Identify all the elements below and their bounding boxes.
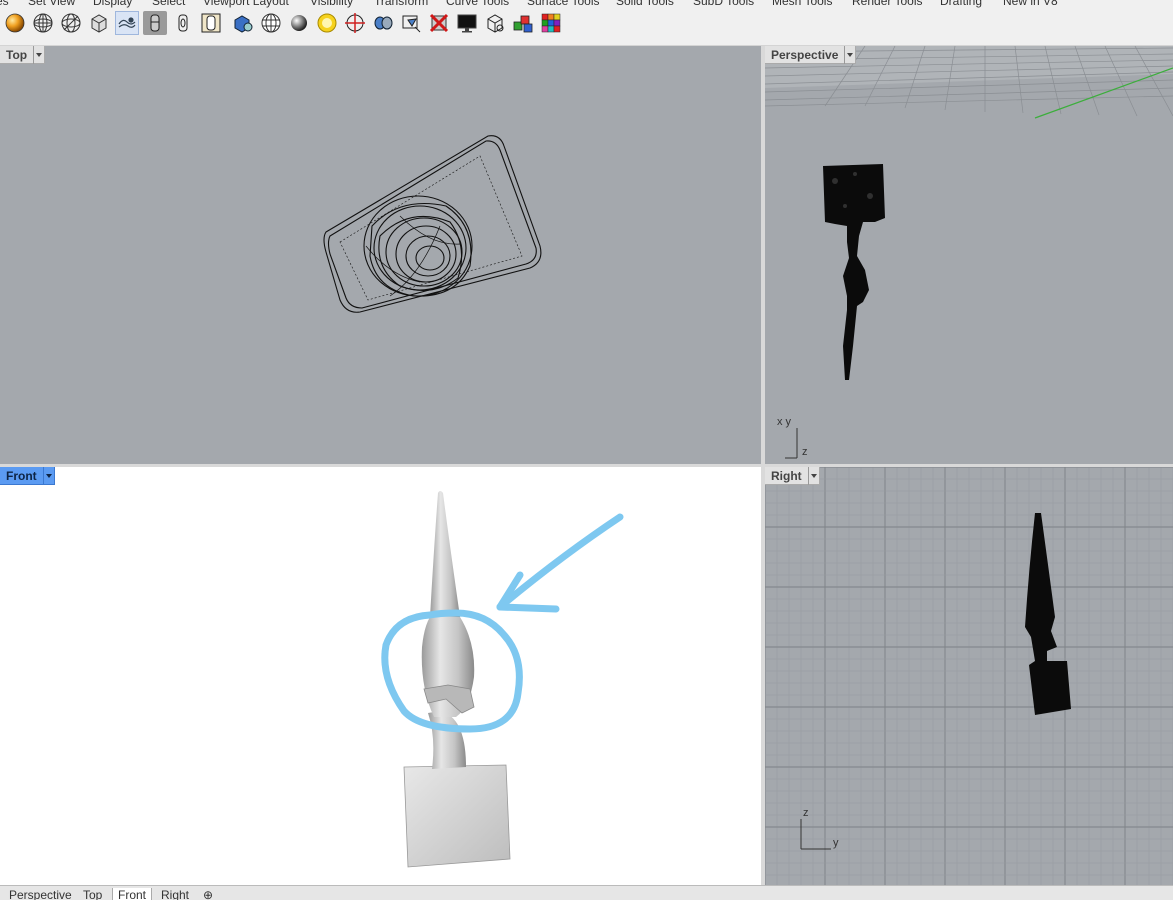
- viewport-right[interactable]: Right z y: [765, 467, 1173, 885]
- tab-mesh-tools[interactable]: Mesh Tools: [772, 0, 832, 8]
- tab-set-view[interactable]: Set View: [28, 0, 75, 8]
- colored-cubes-icon[interactable]: [511, 11, 535, 35]
- tab-visibility[interactable]: Visibility: [310, 0, 353, 8]
- tab-front[interactable]: Front: [112, 888, 153, 900]
- viewport-top[interactable]: Top: [0, 46, 761, 464]
- technical-object-icon[interactable]: [199, 11, 223, 35]
- shaded-blue-box-icon[interactable]: [231, 11, 255, 35]
- display-toolbar: [0, 8, 1173, 46]
- lens-icon[interactable]: [371, 11, 395, 35]
- ghosted-object-icon[interactable]: [143, 11, 167, 35]
- monitor-icon[interactable]: [455, 11, 479, 35]
- tab-subd-tools[interactable]: SubD Tools: [693, 0, 754, 8]
- target-crosshair-icon[interactable]: [343, 11, 367, 35]
- shaded-box-icon[interactable]: [87, 11, 111, 35]
- wireframe-sphere-icon[interactable]: [31, 11, 55, 35]
- viewport-splitter-horizontal[interactable]: [0, 464, 1173, 467]
- perspective-grid: [765, 46, 1173, 380]
- grid-sphere-icon[interactable]: [259, 11, 283, 35]
- tab-display[interactable]: Display: [93, 0, 132, 8]
- chevron-down-icon[interactable]: [42, 467, 54, 485]
- wireframe-sphere-x-icon[interactable]: [59, 11, 83, 35]
- chevron-down-icon[interactable]: [807, 467, 819, 485]
- viewport-perspective-label[interactable]: Perspective: [765, 46, 857, 64]
- tab-solid-tools[interactable]: Solid Tools: [616, 0, 674, 8]
- xray-object-icon[interactable]: [171, 11, 195, 35]
- chevron-down-icon[interactable]: [844, 46, 855, 64]
- rhino-window: es Set View Display Select Viewport Layo…: [0, 0, 1173, 900]
- tab-viewport-layout[interactable]: Viewport Layout: [203, 0, 289, 8]
- perspective-axis-z: z: [802, 446, 808, 458]
- ribbon-tabs: es Set View Display Select Viewport Layo…: [0, 0, 1173, 8]
- box-outline-icon[interactable]: [483, 11, 507, 35]
- viewport-front-label[interactable]: Front: [0, 467, 55, 485]
- rendered-sphere-icon[interactable]: [3, 11, 27, 35]
- shaded-sphere-icon[interactable]: [287, 11, 311, 35]
- tab-render-tools[interactable]: Render Tools: [852, 0, 923, 8]
- tab-select[interactable]: Select: [152, 0, 185, 8]
- tab-views[interactable]: es: [0, 0, 9, 8]
- delete-red-x-icon[interactable]: [427, 11, 451, 35]
- viewport-perspective[interactable]: Perspective x y z: [765, 46, 1173, 464]
- viewport-tabs: Perspective Top Front Right ⊕: [0, 885, 1173, 900]
- top-view-wireframe: [323, 135, 542, 313]
- right-axis-y: y: [833, 837, 839, 849]
- tab-top[interactable]: Top: [78, 888, 107, 900]
- tab-transform[interactable]: Transform: [374, 0, 428, 8]
- color-palette-grid-icon[interactable]: [539, 11, 563, 35]
- annotation-highlight: [381, 513, 624, 733]
- yellow-light-icon[interactable]: [315, 11, 339, 35]
- perspective-axis-widget: [785, 428, 798, 459]
- capture-view-icon[interactable]: [115, 11, 139, 35]
- viewport-right-label[interactable]: Right: [765, 467, 820, 485]
- tab-right[interactable]: Right: [156, 888, 194, 900]
- add-tab-icon[interactable]: ⊕: [198, 888, 218, 900]
- tab-drafting[interactable]: Drafting: [940, 0, 982, 8]
- viewport-front[interactable]: Front: [0, 467, 761, 885]
- tab-new-in-v8[interactable]: New in V8: [1003, 0, 1058, 8]
- right-axis-widget: [800, 819, 831, 850]
- tab-curve-tools[interactable]: Curve Tools: [446, 0, 509, 8]
- view-capture-icon[interactable]: [399, 11, 423, 35]
- tab-perspective[interactable]: Perspective: [4, 888, 77, 900]
- tab-surface-tools[interactable]: Surface Tools: [527, 0, 600, 8]
